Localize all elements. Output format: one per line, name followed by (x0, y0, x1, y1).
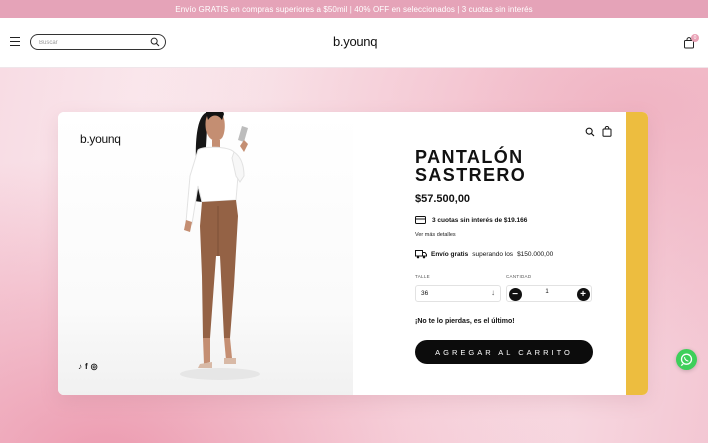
installments-info: 3 cuotas sin interés de $19.166 (415, 216, 527, 224)
search-input[interactable] (39, 38, 139, 47)
size-label: TALLE (415, 274, 430, 279)
promo-bar: Envío GRATIS en compras superiores a $50… (0, 0, 708, 18)
arrow-down-icon: ↓ (491, 288, 495, 297)
size-value: 36 (421, 290, 429, 297)
product-image-panel: b.younq ♪ f ◎ (58, 112, 353, 395)
shipping-info: Envío gratis superando los $150.000,00 (415, 250, 553, 259)
product-model-image (180, 112, 260, 380)
search-icon[interactable] (585, 127, 595, 137)
shipping-threshold-text: superando los (472, 251, 514, 258)
size-select[interactable]: 36 ↓ (415, 285, 501, 302)
whatsapp-button[interactable] (676, 349, 697, 370)
quantity-value[interactable]: 1 (537, 289, 557, 295)
more-details-link[interactable]: Ver más detalles (415, 232, 456, 238)
hamburger-menu-icon[interactable] (10, 37, 20, 46)
instagram-icon[interactable]: ◎ (91, 362, 98, 371)
cart-count-badge: 0 (691, 34, 699, 42)
site-header: b.younq 0 (0, 18, 708, 68)
search-field[interactable] (30, 34, 166, 50)
credit-card-icon (415, 216, 426, 224)
social-links: ♪ f ◎ (78, 362, 98, 371)
tiktok-icon[interactable]: ♪ (78, 362, 82, 371)
facebook-icon[interactable]: f (85, 362, 88, 371)
decrease-quantity-button[interactable]: − (508, 287, 522, 301)
increase-quantity-button[interactable]: + (576, 287, 590, 301)
accent-bar (626, 112, 648, 395)
add-to-cart-button[interactable]: AGREGAR AL CARRITO (415, 340, 593, 364)
quantity-stepper[interactable]: − 1 + (506, 285, 592, 302)
quantity-label: CANTIDAD (506, 274, 532, 279)
product-card: b.younq ♪ f ◎ PANTALÓN SASTRERO $57.500,… (58, 112, 648, 395)
truck-icon (415, 250, 427, 259)
search-icon[interactable] (150, 37, 160, 47)
shipping-threshold-amount: $150.000,00 (517, 251, 554, 258)
installments-text: 3 cuotas sin interés de $19.166 (432, 216, 528, 224)
shopping-bag-icon[interactable] (602, 126, 612, 137)
whatsapp-icon (680, 353, 693, 367)
product-info-panel: PANTALÓN SASTRERO $57.500,00 3 cuotas si… (353, 112, 626, 395)
card-brand-logo: b.younq (80, 132, 121, 146)
product-price: $57.500,00 (415, 193, 471, 205)
promo-text: Envío GRATIS en compras superiores a $50… (175, 4, 533, 14)
product-title: PANTALÓN SASTRERO (415, 147, 527, 185)
site-logo[interactable]: b.younq (333, 34, 377, 49)
urgency-message: ¡No te lo pierdas, es el último! (415, 318, 515, 325)
shipping-free-label: Envío gratis (431, 251, 469, 258)
